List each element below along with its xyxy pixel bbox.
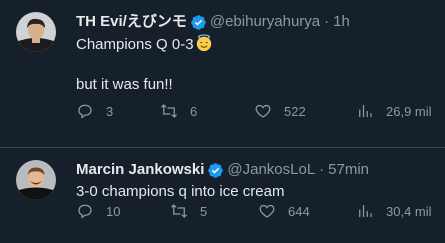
view-count: 30,4 mil [386,203,432,219]
tweet-text-line: 3-0 champions q into ice cream [76,183,285,200]
analytics-icon [359,205,372,217]
tweet-text-line: Champions Q 0-3 [76,36,194,53]
reply-button[interactable]: 10 [76,202,120,220]
like-button[interactable]: 644 [258,202,310,220]
like-count: 644 [288,203,310,219]
tweet-text: Champions Q 0-3 but it was fun!! [76,34,433,95]
like-button[interactable]: 522 [254,102,306,120]
reply-icon [78,204,92,219]
reply-count: 3 [106,103,114,119]
heart-icon [259,204,275,218]
tweet-text: 3-0 champions q into ice cream [76,182,433,202]
separator-dot: · [319,161,325,178]
retweet-count: 5 [200,203,208,219]
reply-icon [78,104,92,119]
tweet-card[interactable]: Marcin Jankowski @JankosLoL · 57min 3-0 … [0,148,445,243]
retweet-icon [161,104,177,118]
display-name[interactable]: Marcin Jankowski [76,160,204,180]
views-button[interactable]: 30,4 mil [356,202,432,220]
views-button[interactable]: 26,9 mil [356,102,432,120]
reply-button[interactable]: 3 [76,102,113,120]
reply-count: 10 [106,203,121,219]
timestamp[interactable]: 57min [328,160,369,180]
retweet-button[interactable]: 5 [170,202,207,220]
verified-badge-icon [207,162,224,179]
retweet-button[interactable]: 6 [160,102,197,120]
separator-dot: · [324,13,330,30]
timestamp[interactable]: 1h [333,12,350,32]
display-name[interactable]: TH Evi/えびンモ [76,12,187,32]
tweet-text-line: but it was fun!! [76,76,173,93]
heart-icon [255,104,271,118]
verified-badge-icon [190,14,207,31]
tweet-card[interactable]: TH Evi/えびンモ @ebihuryahurya · 1h Champion… [0,0,445,148]
like-count: 522 [284,103,306,119]
retweet-icon [171,204,187,218]
avatar[interactable] [16,12,56,52]
user-handle[interactable]: @ebihuryahurya [210,12,320,32]
view-count: 26,9 mil [386,103,432,119]
retweet-count: 6 [190,103,198,119]
analytics-icon [359,105,372,117]
smiling-face-with-halo-emoji-icon [196,34,211,52]
avatar[interactable] [16,160,56,200]
user-handle[interactable]: @JankosLoL [227,160,315,180]
